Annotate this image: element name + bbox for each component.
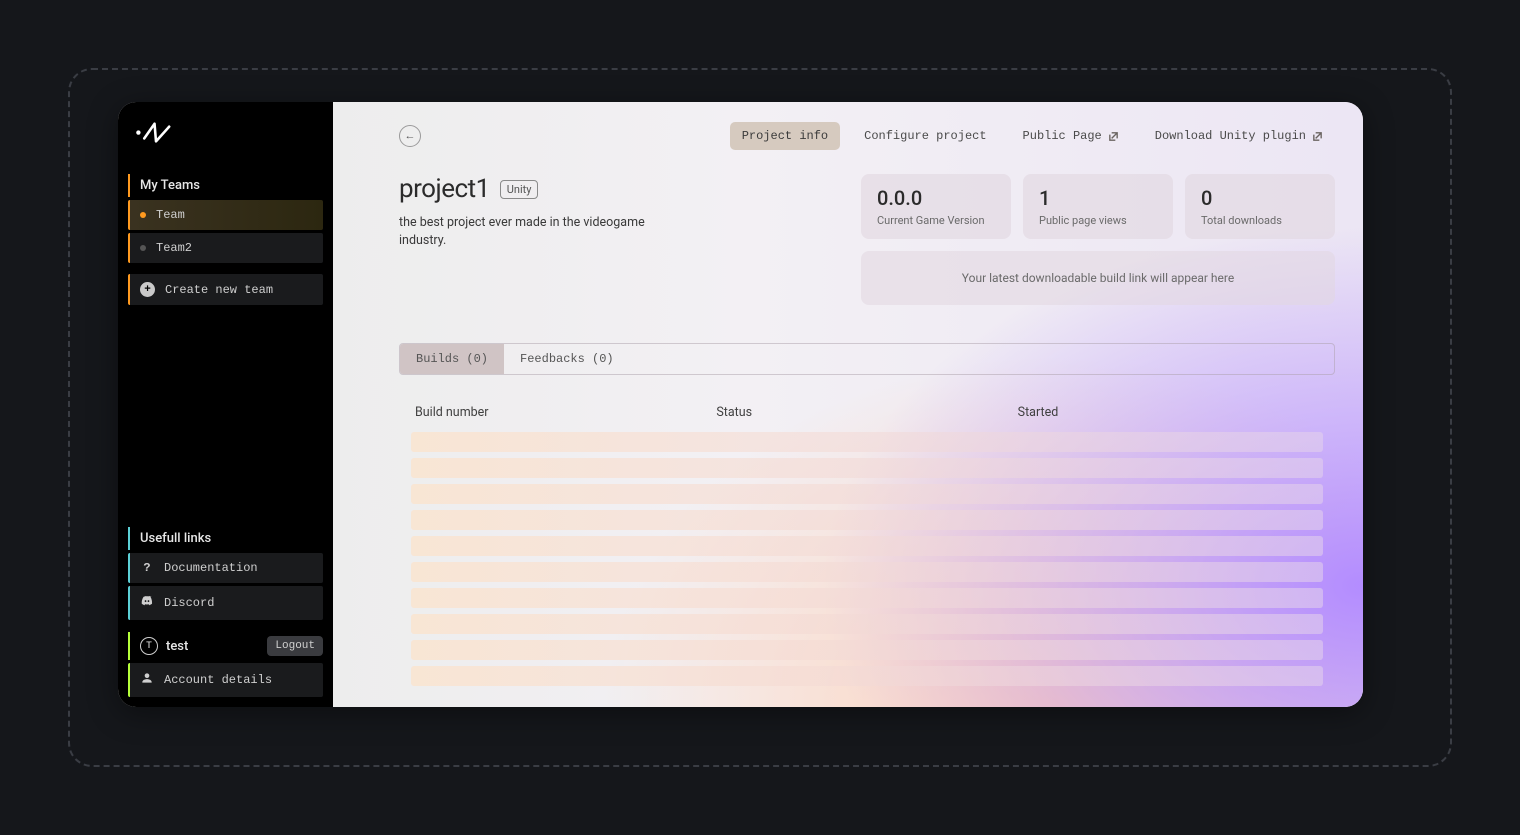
user-icon [140, 671, 154, 689]
table-row [411, 458, 1323, 478]
stat-label: Total downloads [1201, 214, 1319, 227]
logo-icon [134, 118, 178, 150]
builds-table: Build number Status Started [399, 405, 1335, 686]
stat-value: 0.0.0 [877, 186, 995, 210]
create-team-button[interactable]: + Create new team [128, 274, 323, 305]
sidebar-heading-account: T test Logout [128, 632, 323, 660]
table-row [411, 484, 1323, 504]
col-status: Status [716, 405, 1017, 420]
dot-active-icon [140, 212, 146, 218]
question-icon: ? [140, 561, 154, 575]
dot-inactive-icon [140, 245, 146, 251]
sidebar: My Teams Team Team2 + Create new team Us… [118, 102, 333, 707]
stat-card-views: 1 Public page views [1023, 174, 1173, 239]
sidebar-item-label: Discord [164, 596, 214, 610]
table-row [411, 562, 1323, 582]
app-window: My Teams Team Team2 + Create new team Us… [118, 102, 1363, 707]
plus-icon: + [140, 282, 155, 297]
sidebar-item-label: Documentation [164, 561, 258, 575]
sidebar-item-team[interactable]: Team [128, 200, 323, 230]
stat-label: Current Game Version [877, 214, 995, 227]
nav-label: Download Unity plugin [1155, 129, 1306, 143]
table-body [411, 432, 1323, 686]
logout-button[interactable]: Logout [267, 636, 323, 656]
project-header: project1 Unity the best project ever mad… [399, 174, 1335, 305]
stat-value: 1 [1039, 186, 1157, 210]
nav-project-info[interactable]: Project info [730, 122, 840, 150]
arrow-left-icon: ← [405, 130, 416, 142]
back-button[interactable]: ← [399, 125, 421, 147]
table-row [411, 536, 1323, 556]
stat-label: Public page views [1039, 214, 1157, 227]
table-row [411, 614, 1323, 634]
build-link-banner: Your latest downloadable build link will… [861, 251, 1335, 305]
tab-builds[interactable]: Builds (0) [400, 344, 504, 374]
app-logo [128, 116, 323, 164]
external-link-icon [1108, 131, 1119, 142]
nav-label: Public Page [1023, 129, 1102, 143]
table-row [411, 666, 1323, 686]
sidebar-item-team2[interactable]: Team2 [128, 233, 323, 263]
sidebar-item-label: Team [156, 208, 185, 222]
team-list: Team Team2 + Create new team [128, 200, 323, 305]
nav-configure-project[interactable]: Configure project [852, 122, 998, 150]
tab-feedbacks[interactable]: Feedbacks (0) [504, 344, 630, 374]
sidebar-item-discord[interactable]: Discord [128, 586, 323, 620]
stat-card-version: 0.0.0 Current Game Version [861, 174, 1011, 239]
sidebar-heading-teams: My Teams [128, 174, 323, 197]
top-nav: ← Project info Configure project Public … [399, 122, 1335, 150]
discord-icon [140, 594, 154, 612]
main-area: ← Project info Configure project Public … [333, 102, 1363, 707]
col-build-number: Build number [415, 405, 716, 420]
sidebar-heading-links: Usefull links [128, 527, 323, 550]
sidebar-item-documentation[interactable]: ? Documentation [128, 553, 323, 583]
nav-label: Configure project [864, 129, 986, 143]
table-row [411, 640, 1323, 660]
nav-label: Project info [742, 129, 828, 143]
username-label: test [166, 639, 188, 654]
links-list: ? Documentation Discord [128, 553, 323, 620]
stats-row: 0.0.0 Current Game Version 1 Public page… [861, 174, 1335, 239]
nav-download-plugin[interactable]: Download Unity plugin [1143, 122, 1335, 150]
stat-card-downloads: 0 Total downloads [1185, 174, 1335, 239]
project-description: the best project ever made in the videog… [399, 214, 679, 249]
table-row [411, 588, 1323, 608]
stat-value: 0 [1201, 186, 1319, 210]
project-title: project1 [399, 174, 490, 204]
sidebar-item-label: Create new team [165, 283, 273, 297]
table-header-row: Build number Status Started [411, 405, 1323, 432]
nav-public-page[interactable]: Public Page [1011, 122, 1131, 150]
sidebar-item-label: Account details [164, 673, 272, 687]
col-started: Started [1018, 405, 1319, 420]
user-avatar-badge: T [140, 637, 158, 655]
account-list: Account details [128, 663, 323, 697]
external-link-icon [1312, 131, 1323, 142]
sidebar-item-label: Team2 [156, 241, 192, 255]
table-row [411, 432, 1323, 452]
engine-badge: Unity [500, 180, 539, 199]
table-row [411, 510, 1323, 530]
sidebar-item-account-details[interactable]: Account details [128, 663, 323, 697]
tabs-bar: Builds (0) Feedbacks (0) [399, 343, 1335, 375]
